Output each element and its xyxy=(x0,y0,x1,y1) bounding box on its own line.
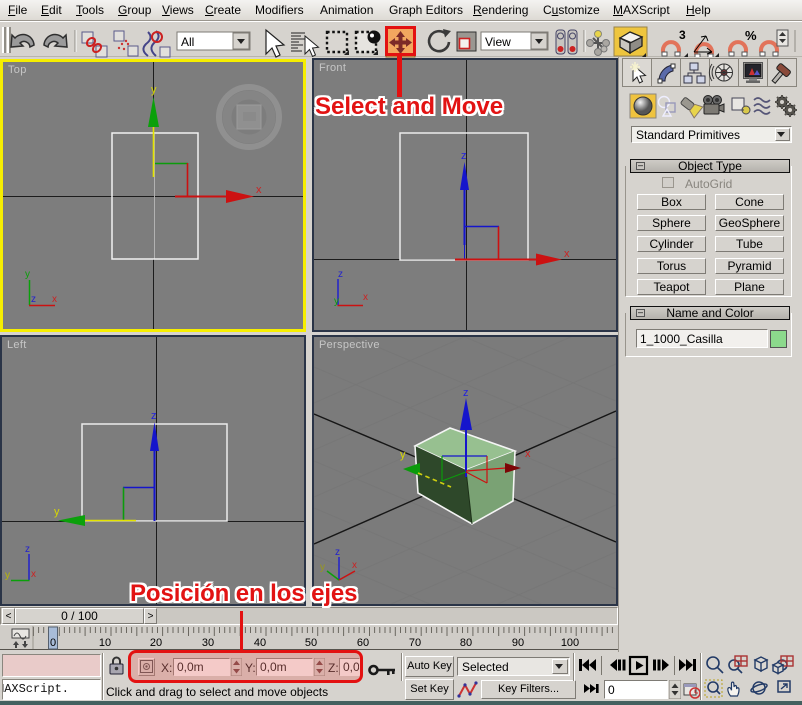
svg-text:x: x xyxy=(31,569,36,580)
svg-text:z: z xyxy=(335,547,340,558)
svg-text:x: x xyxy=(525,448,531,460)
svg-text:y: y xyxy=(334,296,339,307)
svg-text:x: x xyxy=(363,292,368,303)
svg-text:All: All xyxy=(181,35,194,49)
svg-text:View: View xyxy=(485,35,511,49)
svg-text:x: x xyxy=(564,248,570,260)
svg-text:x: x xyxy=(256,184,262,196)
svg-text:z: z xyxy=(463,387,469,399)
svg-text:y: y xyxy=(25,269,30,280)
svg-text:z: z xyxy=(461,150,467,162)
svg-text:y: y xyxy=(400,449,406,461)
svg-text:%: % xyxy=(745,28,757,43)
svg-text:x: x xyxy=(352,560,357,571)
svg-text:y: y xyxy=(151,84,157,96)
svg-text:z: z xyxy=(31,294,36,305)
svg-text:z: z xyxy=(25,544,30,555)
svg-text:y: y xyxy=(5,570,10,581)
svg-text:y: y xyxy=(54,506,60,518)
svg-text:z: z xyxy=(151,410,157,422)
svg-text:x: x xyxy=(52,294,57,305)
svg-text:z: z xyxy=(338,269,343,280)
svg-text:3: 3 xyxy=(679,28,686,42)
svg-text:y: y xyxy=(320,562,325,573)
